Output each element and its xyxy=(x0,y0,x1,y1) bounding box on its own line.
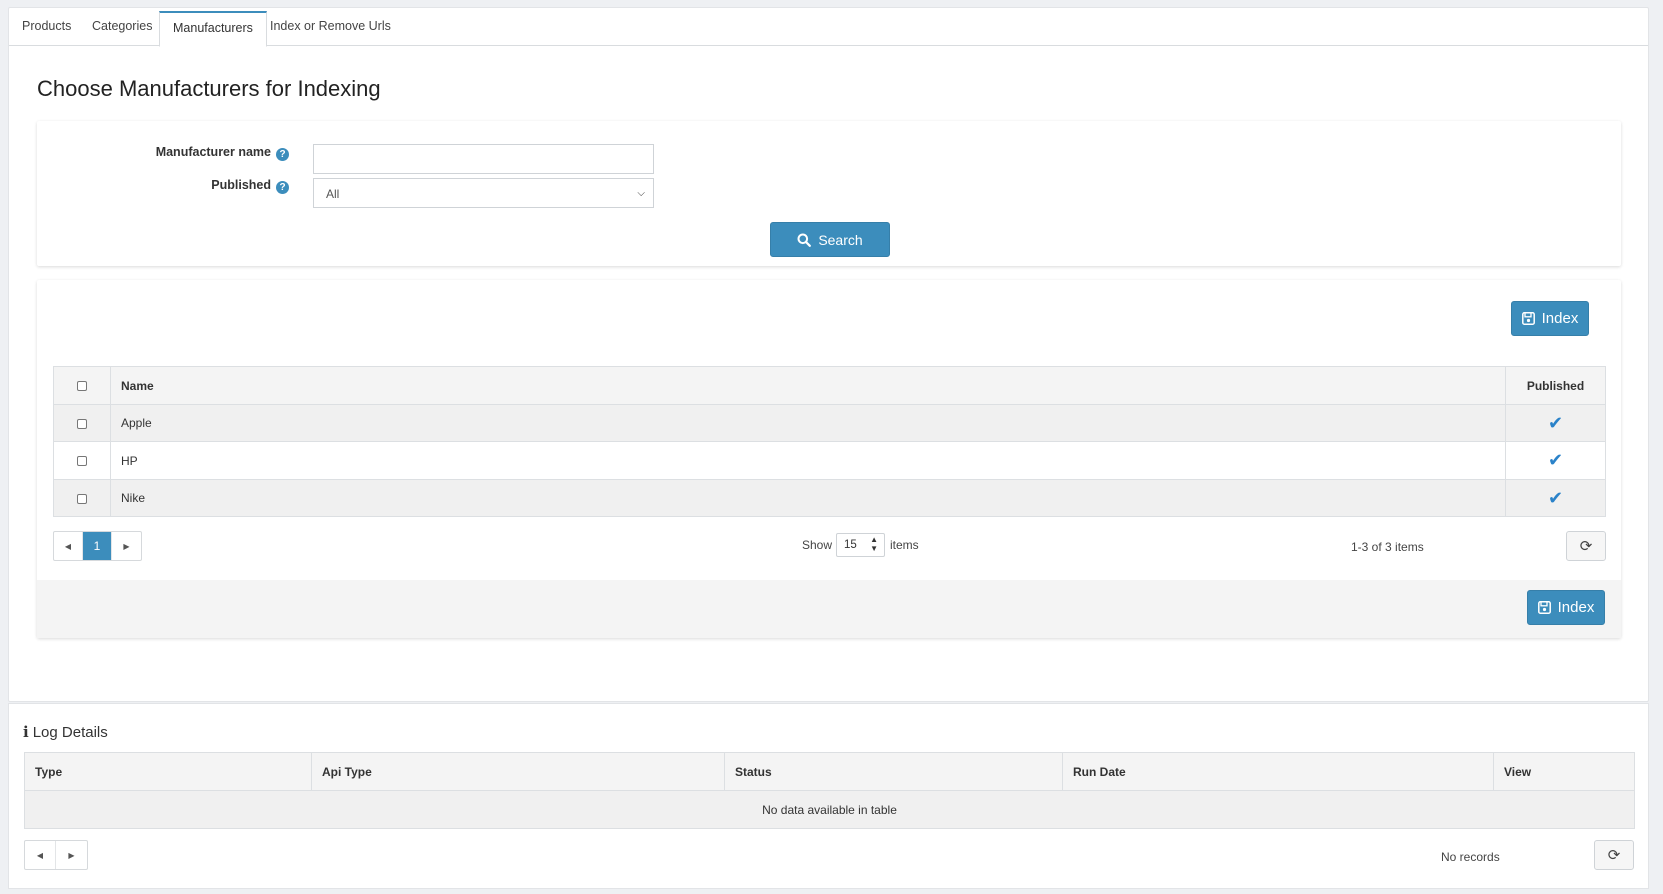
show-label: Show xyxy=(802,538,833,552)
published-cell: ✔ xyxy=(1505,441,1606,480)
row-checkbox[interactable] xyxy=(77,418,87,429)
published-label: Published? xyxy=(137,178,289,194)
log-details-title: i Log Details xyxy=(23,723,108,741)
page-size-select[interactable]: 15 ▲ ▼ xyxy=(836,533,885,557)
updown-icon: ▲ ▼ xyxy=(870,535,878,553)
column-header-status[interactable]: Status xyxy=(724,752,1063,791)
published-cell: ✔ xyxy=(1505,479,1606,517)
prev-page-icon[interactable]: ◀ xyxy=(54,532,83,560)
select-all-cell xyxy=(53,366,111,405)
manufacturer-name-cell: HP xyxy=(110,441,1506,480)
index-button-bottom[interactable]: Index xyxy=(1527,590,1605,625)
index-button-bottom-label: Index xyxy=(1557,599,1595,616)
refresh-icon: ⟳ xyxy=(1607,847,1621,864)
grid-pager: ◀ 1 ▶ xyxy=(53,531,142,561)
log-table-header-row: Type Api Type Status Run Date View xyxy=(24,752,1635,791)
grid-footer: Index xyxy=(37,580,1621,638)
checkmark-icon: ✔ xyxy=(1547,412,1564,433)
range-text: 1-3 of 3 items xyxy=(1351,540,1424,554)
refresh-icon: ⟳ xyxy=(1579,538,1593,555)
manufacturer-name-input[interactable] xyxy=(313,144,654,174)
table-row: Apple ✔ xyxy=(53,404,1606,442)
checkmark-icon: ✔ xyxy=(1547,487,1564,508)
tab-bar: Products Categories Manufacturers Index … xyxy=(9,8,1648,47)
checkmark-icon: ✔ xyxy=(1547,450,1564,470)
index-button-top-label: Index xyxy=(1541,310,1579,327)
manufacturer-name-cell: Nike xyxy=(110,479,1506,517)
published-select[interactable]: All ⌵ xyxy=(313,178,654,208)
log-details-title-text: Log Details xyxy=(32,724,108,741)
row-select-cell xyxy=(53,404,111,442)
row-checkbox[interactable] xyxy=(77,456,87,467)
manufacturer-name-label-text: Manufacturer name xyxy=(155,145,271,159)
published-select-value: All xyxy=(326,187,340,201)
search-icon xyxy=(797,233,812,247)
main-panel: Products Categories Manufacturers Index … xyxy=(8,7,1649,702)
empty-table-message: No data available in table xyxy=(24,790,1635,829)
published-label-text: Published xyxy=(211,178,271,192)
records-text: No records xyxy=(1441,850,1500,864)
manufacturer-name-cell: Apple xyxy=(110,404,1506,442)
index-button-top[interactable]: Index xyxy=(1511,301,1589,336)
column-header-api-type[interactable]: Api Type xyxy=(311,752,725,791)
search-button[interactable]: Search xyxy=(770,222,890,257)
page-title: Choose Manufacturers for Indexing xyxy=(37,76,381,101)
select-all-checkbox[interactable] xyxy=(77,381,87,392)
tab-manufacturers[interactable]: Manufacturers xyxy=(159,11,267,47)
column-header-view[interactable]: View xyxy=(1493,752,1635,791)
prev-page-icon[interactable]: ◀ xyxy=(25,841,56,869)
column-header-published[interactable]: Published xyxy=(1505,366,1606,405)
column-header-type[interactable]: Type xyxy=(24,752,312,791)
published-cell: ✔ xyxy=(1505,404,1606,442)
manufacturer-name-label: Manufacturer name? xyxy=(137,145,289,161)
log-empty-row: No data available in table xyxy=(24,790,1635,829)
page-size-value: 15 xyxy=(844,539,857,551)
table-row: HP ✔ xyxy=(53,441,1606,480)
items-label: items xyxy=(890,538,919,552)
manufacturers-grid-panel: Index Name Published Apple ✔ HP ✔ Nike ✔ xyxy=(37,280,1621,638)
row-select-cell xyxy=(53,479,111,517)
row-checkbox[interactable] xyxy=(77,493,87,504)
column-header-name[interactable]: Name xyxy=(110,366,1506,405)
table-header-row: Name Published xyxy=(53,366,1606,405)
row-select-cell xyxy=(53,441,111,480)
next-page-icon[interactable]: ▶ xyxy=(112,532,141,560)
tab-index-or-remove-urls[interactable]: Index or Remove Urls xyxy=(257,11,404,47)
column-header-run-date[interactable]: Run Date xyxy=(1062,752,1494,791)
log-table: Type Api Type Status Run Date View No da… xyxy=(24,752,1635,829)
log-refresh-button[interactable]: ⟳ xyxy=(1594,840,1634,870)
chevron-down-icon: ⌵ xyxy=(637,188,645,199)
question-circle-icon[interactable]: ? xyxy=(276,148,289,161)
log-pager: ◀ ▶ xyxy=(24,840,88,870)
question-circle-icon[interactable]: ? xyxy=(276,181,289,194)
save-icon xyxy=(1521,312,1535,325)
tab-categories[interactable]: Categories xyxy=(79,11,165,47)
table-row: Nike ✔ xyxy=(53,479,1606,517)
next-page-icon[interactable]: ▶ xyxy=(56,841,87,869)
log-details-panel: i Log Details Type Api Type Status Run Da… xyxy=(8,703,1649,889)
page-number-button[interactable]: 1 xyxy=(83,532,112,560)
info-icon: i xyxy=(23,723,29,741)
manufacturers-table: Name Published Apple ✔ HP ✔ Nike ✔ xyxy=(53,366,1606,517)
tab-products[interactable]: Products xyxy=(9,11,84,47)
save-icon xyxy=(1537,601,1551,614)
search-button-label: Search xyxy=(818,231,863,248)
grid-refresh-button[interactable]: ⟳ xyxy=(1566,531,1606,561)
search-panel: Manufacturer name? Published? All ⌵ Sear… xyxy=(37,121,1621,266)
